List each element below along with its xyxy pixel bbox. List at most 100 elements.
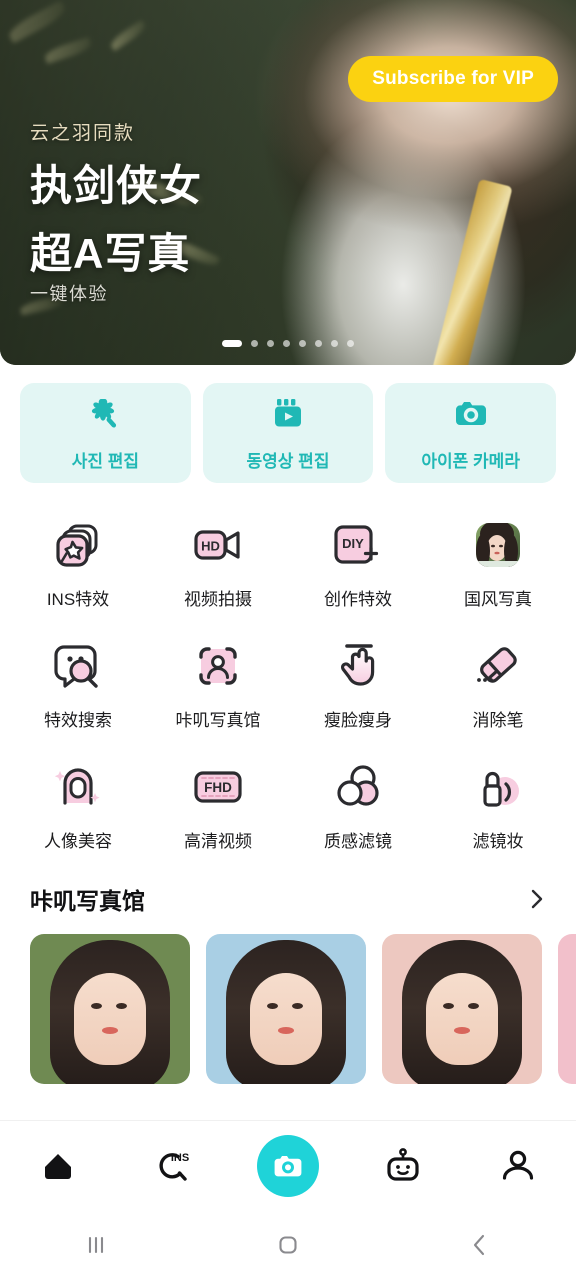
- gallery-card[interactable]: [382, 934, 542, 1084]
- quick-card-iphone-camera[interactable]: 아이폰 카메라: [385, 383, 557, 483]
- feature-kaji-studio[interactable]: 咔叽写真馆: [148, 626, 288, 747]
- hero-kicker: 云之羽同款: [30, 123, 136, 144]
- quick-card-label: 아이폰 카메라: [421, 452, 520, 471]
- subscribe-vip-button[interactable]: Subscribe for VIP: [348, 56, 558, 102]
- feature-effect-search[interactable]: 特效搜索: [8, 626, 148, 747]
- feature-eraser-pen[interactable]: 消除笔: [428, 626, 568, 747]
- feature-label: 国风写真: [464, 590, 532, 609]
- carousel-dot[interactable]: [222, 340, 242, 347]
- feature-row: 人像美容 FHD 高清视频 质感滤镜 滤镜妆: [8, 747, 568, 868]
- video-clip-icon: [269, 394, 307, 437]
- feature-label: 滤镜妆: [472, 832, 524, 851]
- nav-item-robot[interactable]: [346, 1145, 461, 1187]
- gallery-card-portrait: [382, 934, 542, 1084]
- gallery-card[interactable]: [206, 934, 366, 1084]
- feature-ins-effects[interactable]: INS特效: [8, 505, 148, 626]
- hero-banner-carousel[interactable]: Subscribe for VIP 云之羽同款 执剑侠女 超A写真 一键体验: [0, 0, 576, 365]
- home-icon: [44, 1153, 71, 1179]
- feature-row: 特效搜索 咔叽写真馆 瘦脸瘦身 消除笔: [8, 626, 568, 747]
- gallery-card[interactable]: [30, 934, 190, 1084]
- feature-guofeng-portrait[interactable]: 国风写真: [428, 505, 568, 626]
- gallery-card-strip[interactable]: [0, 916, 576, 1084]
- svg-text:DIY: DIY: [342, 536, 364, 551]
- robot-icon: [387, 1147, 419, 1181]
- android-system-navigation-bar: [0, 1210, 576, 1280]
- feature-label: 创作特效: [324, 590, 392, 609]
- feature-face-slim[interactable]: 瘦脸瘦身: [288, 626, 428, 747]
- nav-item-camera[interactable]: [230, 1134, 345, 1197]
- feature-creative-effects[interactable]: DIY 创作特效: [288, 505, 428, 626]
- nav-item-profile[interactable]: [461, 1145, 576, 1187]
- svg-text:FHD: FHD: [204, 780, 232, 795]
- quick-action-cards: 사진 편집 동영상 편집 아이폰 카메라: [0, 365, 576, 483]
- carousel-dot[interactable]: [267, 340, 274, 347]
- hero-subtitle: 一键体验: [30, 284, 108, 304]
- feature-texture-filter[interactable]: 质感滤镜: [288, 747, 428, 868]
- feature-grid: INS特效 HD 视频拍摄 DIY 创作特效 国风写真 特效搜索 咔叽写真馆 瘦…: [0, 483, 576, 868]
- ins-search-icon: INS: [159, 1152, 189, 1181]
- bottom-navigation-bar: INS: [0, 1120, 576, 1210]
- quick-card-photo-edit[interactable]: 사진 편집: [20, 383, 191, 483]
- magic-wand-icon: [86, 394, 124, 437]
- beauty-face-icon: [54, 768, 100, 805]
- svg-text:HD: HD: [201, 539, 220, 554]
- feature-video-capture[interactable]: HD 视频拍摄: [148, 505, 288, 626]
- feature-label: 咔叽写真馆: [175, 711, 261, 730]
- feature-label: 人像美容: [44, 832, 112, 851]
- pinch-hand-icon: [340, 644, 375, 686]
- carousel-dot[interactable]: [331, 340, 338, 347]
- face-search-icon: [54, 645, 98, 688]
- section-header: 咔叽写真馆: [0, 882, 576, 916]
- hero-copy-block: 云之羽同款 执剑侠女 超A写真: [30, 118, 202, 281]
- gallery-card-portrait: [558, 934, 576, 1084]
- quick-card-video-edit[interactable]: 동영상 편집: [202, 383, 374, 483]
- carousel-dot[interactable]: [315, 340, 322, 347]
- hero-title-line1: 执剑侠女: [30, 162, 203, 209]
- carousel-dot[interactable]: [299, 340, 306, 347]
- lipstick-icon: [483, 771, 519, 807]
- feature-filter-makeup[interactable]: 滤镜妆: [428, 747, 568, 868]
- chevron-right-icon[interactable]: [526, 888, 548, 910]
- hd-camcorder-icon: HD: [194, 530, 240, 560]
- system-recents-button[interactable]: [0, 1228, 192, 1262]
- kaji-studio-section: 咔叽写真馆: [0, 868, 576, 1084]
- system-back-button[interactable]: [384, 1228, 576, 1262]
- feature-label: 高清视频: [184, 832, 252, 851]
- carousel-dot[interactable]: [251, 340, 258, 347]
- stacked-cards-star-icon: [56, 524, 98, 567]
- feature-fhd-video[interactable]: FHD 高清视频: [148, 747, 288, 868]
- feature-row: INS特效 HD 视频拍摄 DIY 创作特效 国风写真: [8, 505, 568, 626]
- feature-portrait-beauty[interactable]: 人像美容: [8, 747, 148, 868]
- camera-shutter-icon: [274, 1155, 302, 1176]
- home-square-icon: [279, 1236, 297, 1254]
- section-title: 咔叽写真馆: [30, 888, 145, 914]
- feature-label: 瘦脸瘦身: [324, 711, 392, 730]
- profile-icon: [503, 1150, 534, 1180]
- three-circles-filter-icon: [337, 765, 379, 806]
- gallery-card-portrait: [30, 934, 190, 1084]
- feature-label: 消除笔: [472, 711, 524, 730]
- carousel-dot[interactable]: [347, 340, 354, 347]
- system-home-button[interactable]: [192, 1228, 384, 1262]
- gallery-card[interactable]: [558, 934, 576, 1084]
- svg-text:INS: INS: [171, 1152, 189, 1164]
- fhd-icon: FHD: [194, 771, 242, 803]
- gallery-card-portrait: [206, 934, 366, 1084]
- carousel-dot[interactable]: [283, 340, 290, 347]
- recents-icon: [88, 1236, 104, 1254]
- eraser-icon: [477, 647, 517, 683]
- nav-item-home[interactable]: [0, 1146, 115, 1186]
- camera-fab[interactable]: [257, 1134, 319, 1197]
- feature-label: INS特效: [46, 590, 110, 609]
- portrait-scan-icon: [199, 647, 237, 685]
- feature-label: 视频拍摄: [184, 590, 252, 609]
- camera-icon: [452, 394, 490, 437]
- hero-title-line2: 超A写真: [30, 229, 191, 277]
- quick-card-label: 동영상 편집: [246, 452, 330, 471]
- portrait-thumbnail-icon: [476, 523, 520, 567]
- quick-card-label: 사진 편집: [71, 452, 139, 471]
- feature-label: 质感滤镜: [324, 832, 392, 851]
- nav-item-ins-search[interactable]: INS: [115, 1145, 230, 1187]
- carousel-pagination-dots[interactable]: [0, 340, 576, 347]
- feature-label: 特效搜索: [44, 711, 112, 730]
